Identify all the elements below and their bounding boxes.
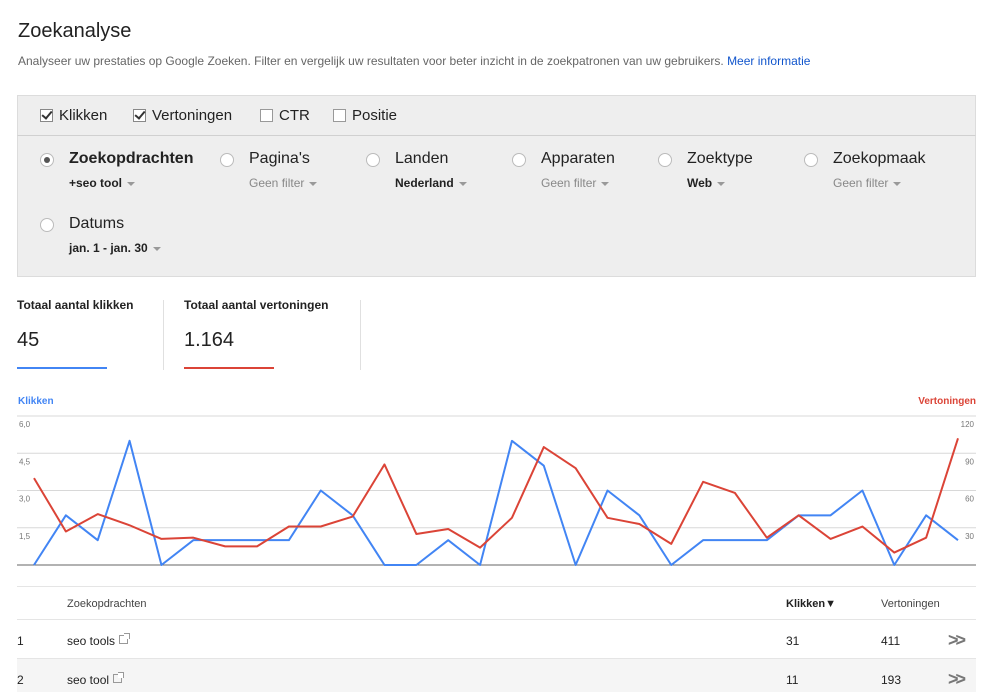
dimension-label: Zoektype [687, 150, 753, 167]
caret-down-icon [127, 181, 136, 186]
radio-icon[interactable] [512, 153, 526, 167]
double-chevron-right-icon[interactable]: >> [948, 630, 966, 651]
checkbox-unchecked-icon [333, 109, 346, 122]
radio-selected-icon[interactable] [40, 153, 54, 167]
dimension-label: Zoekopmaak [833, 150, 926, 167]
metric-checkbox-positie[interactable]: Positie [333, 107, 397, 124]
metric-selector-bar: Klikken Vertoningen CTR Positie [17, 95, 976, 136]
table-header: Zoekopdrachten Klikken▼ Vertoningen [17, 587, 976, 620]
column-header-impressions[interactable]: Vertoningen [881, 598, 940, 610]
left-axis-tick-label: 3,0 [19, 495, 31, 504]
page-description: Analyseer uw prestaties op Google Zoeken… [18, 54, 810, 68]
external-link-icon[interactable] [119, 633, 131, 644]
row-impressions: 193 [881, 673, 902, 687]
radio-icon[interactable] [40, 218, 54, 232]
caret-down-icon [458, 181, 467, 186]
metric-label: Klikken [59, 107, 108, 124]
dimension-label: Pagina's [249, 150, 310, 167]
performance-line-chart[interactable]: 6,0 4,5 3,0 1,5 120 90 60 30 [0, 410, 983, 575]
dimension-filter-dropdown[interactable]: Geen filter [249, 176, 318, 190]
double-chevron-right-icon[interactable]: >> [948, 669, 966, 690]
total-clicks-value: 45 [17, 329, 40, 351]
checkbox-checked-icon [133, 109, 146, 122]
radio-icon[interactable] [658, 153, 672, 167]
row-clicks: 31 [786, 634, 800, 648]
caret-down-icon [601, 181, 610, 186]
total-impressions-underline [184, 367, 274, 369]
radio-icon[interactable] [366, 153, 380, 167]
dimension-filter-dropdown[interactable]: Geen filter [833, 176, 902, 190]
metric-label: CTR [279, 107, 310, 124]
metric-checkbox-ctr[interactable]: CTR [260, 107, 310, 124]
checkbox-checked-icon [40, 109, 53, 122]
row-query[interactable]: seo tools [67, 633, 131, 648]
dimension-label: Apparaten [541, 150, 615, 167]
caret-down-icon [152, 246, 161, 251]
checkbox-unchecked-icon [260, 109, 273, 122]
chart-right-axis-label: Vertoningen [918, 396, 976, 407]
total-impressions-value: 1.164 [184, 329, 235, 351]
queries-table: Zoekopdrachten Klikken▼ Vertoningen 1 se… [17, 586, 976, 692]
dimension-label: Datums [69, 215, 125, 232]
dimension-filter-dropdown[interactable]: Web [687, 176, 726, 190]
metric-label: Vertoningen [152, 107, 233, 124]
caret-down-icon [309, 181, 318, 186]
row-rank: 2 [17, 673, 24, 687]
row-rank: 1 [17, 634, 24, 648]
metric-label: Positie [352, 107, 398, 124]
dimension-filter-dropdown[interactable]: +seo tool [69, 176, 136, 190]
metric-checkbox-klikken[interactable]: Klikken [40, 107, 107, 124]
left-axis-tick-label: 6,0 [19, 420, 31, 429]
radio-icon[interactable] [804, 153, 818, 167]
dimension-label: Zoekopdrachten [69, 150, 194, 167]
row-query[interactable]: seo tool [67, 672, 125, 687]
page-description-text: Analyseer uw prestaties op Google Zoeken… [18, 54, 724, 68]
divider [360, 300, 361, 370]
right-axis-tick-label: 60 [965, 495, 974, 504]
total-impressions-label: Totaal aantal vertoningen [184, 298, 329, 312]
total-clicks-label: Totaal aantal klikken [17, 298, 134, 312]
total-clicks-card[interactable]: Totaal aantal klikken 45 [17, 298, 134, 370]
metric-checkbox-vertoningen[interactable]: Vertoningen [133, 107, 232, 124]
dimension-filter-dropdown[interactable]: Nederland [395, 176, 467, 190]
series-line-klikken [33, 439, 959, 566]
caret-down-icon [717, 181, 726, 186]
dimension-panel: Zoekopdrachten +seo tool Pagina's Geen f… [17, 136, 976, 277]
table-row[interactable]: 2 seo tool 11 193 >> [17, 659, 976, 692]
column-header-clicks[interactable]: Klikken▼ [786, 598, 836, 610]
divider [163, 300, 164, 370]
more-info-link[interactable]: Meer informatie [727, 54, 810, 68]
dimension-label: Landen [395, 150, 449, 167]
caret-down-icon [893, 181, 902, 186]
total-impressions-card[interactable]: Totaal aantal vertoningen 1.164 [184, 298, 328, 370]
dimension-filter-dropdown[interactable]: Geen filter [541, 176, 610, 190]
left-axis-tick-label: 4,5 [19, 457, 31, 466]
right-axis-tick-label: 90 [965, 457, 974, 466]
radio-icon[interactable] [220, 153, 234, 167]
table-row[interactable]: 1 seo tools 31 411 >> [17, 620, 976, 659]
external-link-icon[interactable] [113, 672, 125, 683]
total-clicks-underline [17, 367, 107, 369]
row-impressions: 411 [881, 634, 901, 648]
left-axis-tick-label: 1,5 [19, 532, 31, 541]
row-clicks: 11 [786, 673, 799, 687]
page-title: Zoekanalyse [18, 20, 132, 42]
right-axis-tick-label: 120 [961, 420, 975, 429]
series-line-vertoningen [33, 438, 959, 554]
dimension-filter-dropdown[interactable]: jan. 1 - jan. 30 [69, 241, 161, 255]
chart-left-axis-label: Klikken [18, 396, 54, 407]
column-header-query[interactable]: Zoekopdrachten [67, 598, 147, 610]
right-axis-tick-label: 30 [965, 532, 974, 541]
